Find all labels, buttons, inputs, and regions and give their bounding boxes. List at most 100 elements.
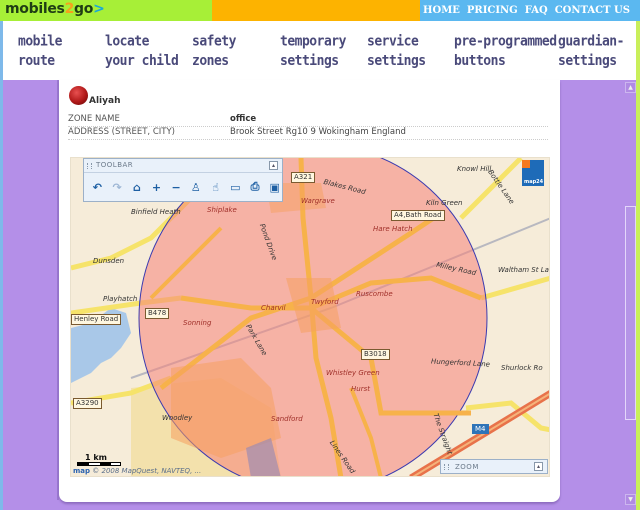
nav-label-line1: guardian- — [558, 33, 624, 50]
logo-text-go: go — [74, 1, 94, 17]
place-label: Kiln Green — [426, 199, 463, 207]
map-toolbar: TOOLBAR ▴ ↶ ↷ ⌂ + − ♙ ☝ ▭ ⎙ ▣ — [83, 158, 283, 202]
back-icon[interactable]: ↶ — [90, 179, 105, 195]
scale-bar — [77, 462, 121, 466]
zoom-expand-button[interactable]: ▴ — [534, 462, 543, 471]
nav-label-line2: settings — [367, 53, 426, 70]
logo-square — [522, 160, 530, 168]
zone-address-label: ADDRESS (STREET, CITY) — [68, 127, 175, 137]
motorway-label: M4 — [472, 424, 489, 434]
place-label: Whistley Green — [326, 369, 380, 377]
place-label: Shurlock Ro — [501, 364, 543, 372]
toolbar-title: TOOLBAR — [96, 161, 134, 169]
place-label: Sonning — [183, 319, 212, 327]
nav-safety-zones[interactable]: safety zones — [192, 33, 236, 72]
road-label: Henley Road — [71, 314, 122, 325]
place-label: Hurst — [351, 385, 370, 393]
map-view[interactable]: Binfield Heath Shiplake Wargrave Blakes … — [70, 157, 550, 477]
forward-icon[interactable]: ↷ — [110, 179, 125, 195]
logo-text-2: 2 — [64, 1, 75, 17]
page: mobiles2go> HOME PRICING FAQ CONTACT US … — [0, 0, 640, 510]
place-label: Dunsden — [93, 257, 125, 265]
nav-mobile-route[interactable]: mobile route — [18, 33, 62, 72]
top-bar: mobiles2go> HOME PRICING FAQ CONTACT US — [0, 0, 640, 21]
nav-pre-programmed-buttons[interactable]: pre-programmed buttons — [454, 33, 557, 72]
toolbar-collapse-button[interactable]: ▴ — [269, 161, 278, 170]
zone-detail-panel: Aliyah ZONE NAME office ADDRESS (STREET,… — [59, 80, 560, 502]
child-header: Aliyah — [69, 86, 121, 106]
top-links: HOME PRICING FAQ CONTACT US — [420, 0, 640, 21]
nav-label-line1: temporary — [280, 33, 346, 50]
zoom-in-icon[interactable]: + — [149, 179, 164, 195]
zone-name-row: ZONE NAME office — [68, 113, 548, 127]
zone-address-value: Brook Street Rg10 9 Wokingham England — [230, 127, 406, 137]
window-icon[interactable]: ▣ — [267, 179, 282, 195]
road — [480, 275, 549, 301]
road-label: A4,Bath Road — [391, 210, 445, 221]
nav-label-line2: buttons — [454, 53, 506, 70]
top-bar-orange-segment — [212, 0, 420, 21]
pan-hand-icon[interactable]: ☝ — [208, 179, 223, 195]
place-label: Woodley — [162, 414, 193, 422]
place-label: Binfield Heath — [131, 208, 181, 216]
nav-label-line2: settings — [280, 53, 339, 70]
scrollbar-thumb[interactable] — [625, 206, 636, 420]
home-lock-icon[interactable]: ⌂ — [129, 179, 144, 195]
nav-guardian-settings[interactable]: guardian-settings — [558, 33, 624, 72]
scroll-up-button[interactable]: ▲ — [625, 82, 636, 93]
road-label: A321 — [291, 172, 316, 183]
measure-icon[interactable]: ▭ — [228, 179, 243, 195]
place-label: Twyford — [311, 298, 339, 306]
nav-label-line1: pre-programmed — [454, 33, 557, 50]
zone-address-row: ADDRESS (STREET, CITY) Brook Street Rg10… — [68, 126, 548, 140]
place-label: Ruscombe — [356, 290, 393, 298]
map-scale: 1 km — [77, 453, 121, 466]
map24-logo-text: map24 — [524, 179, 544, 185]
map24-logo[interactable]: map24 — [522, 160, 544, 186]
top-link-pricing[interactable]: PRICING — [467, 5, 518, 16]
place-label: Sandford — [271, 415, 303, 423]
drag-grip-icon[interactable] — [87, 163, 92, 169]
place-label: Charvil — [261, 304, 286, 312]
scale-label: 1 km — [85, 453, 108, 462]
place-label: Shiplake — [207, 206, 237, 214]
toolbar-tools: ↶ ↷ ⌂ + − ♙ ☝ ▭ ⎙ ▣ — [84, 173, 282, 201]
road-label: B478 — [145, 308, 170, 319]
map-copyright: map © 2008 MapQuest, NAVTEQ, ... — [73, 467, 201, 475]
nav-temporary-settings[interactable]: temporary settings — [280, 33, 346, 72]
toolbar-header[interactable]: TOOLBAR ▴ — [84, 159, 282, 173]
road-label: A3290 — [73, 398, 102, 409]
map-zoom-widget[interactable]: ZOOM ▴ — [440, 459, 548, 474]
right-edge-stripe — [636, 20, 640, 510]
nav-label-line1: locate — [105, 33, 149, 50]
print-icon[interactable]: ⎙ — [248, 179, 263, 195]
copyright-text: © 2008 MapQuest, NAVTEQ, ... — [92, 467, 202, 475]
top-link-home[interactable]: HOME — [423, 5, 460, 16]
top-link-contact-us[interactable]: CONTACT US — [555, 5, 630, 16]
road-label: B3018 — [361, 349, 390, 360]
nav-service-settings[interactable]: service settings — [367, 33, 426, 72]
nav-label-line1: mobile — [18, 33, 62, 50]
drag-grip-icon[interactable] — [444, 464, 449, 470]
nav-locate-your-child[interactable]: locate your child — [105, 33, 179, 72]
nav-label-line1: service — [367, 33, 419, 50]
main-nav: mobile route locate your child safety zones… — [3, 21, 636, 80]
top-link-faq[interactable]: FAQ — [525, 5, 548, 16]
child-name: Aliyah — [89, 96, 121, 106]
nav-label-line1: safety — [192, 33, 236, 50]
street-view-person-icon[interactable]: ♙ — [189, 179, 204, 195]
scroll-down-button[interactable]: ▼ — [625, 494, 636, 505]
nav-label-line2: your child — [105, 53, 179, 70]
red-ball-icon — [69, 86, 88, 105]
place-label: Hare Hatch — [373, 225, 413, 233]
zoom-widget-title: ZOOM — [455, 463, 479, 471]
logo-text-mobiles: mobiles — [5, 1, 65, 17]
zoom-out-icon[interactable]: − — [169, 179, 184, 195]
site-logo[interactable]: mobiles2go> — [5, 1, 105, 17]
nav-label-line2: route — [18, 53, 55, 70]
copyright-brand: map — [73, 467, 91, 475]
place-label: Playhatch — [103, 295, 138, 303]
zone-name-value: office — [230, 114, 257, 124]
nav-label-line2: zones — [192, 53, 229, 70]
nav-label-line2: settings — [558, 53, 617, 70]
